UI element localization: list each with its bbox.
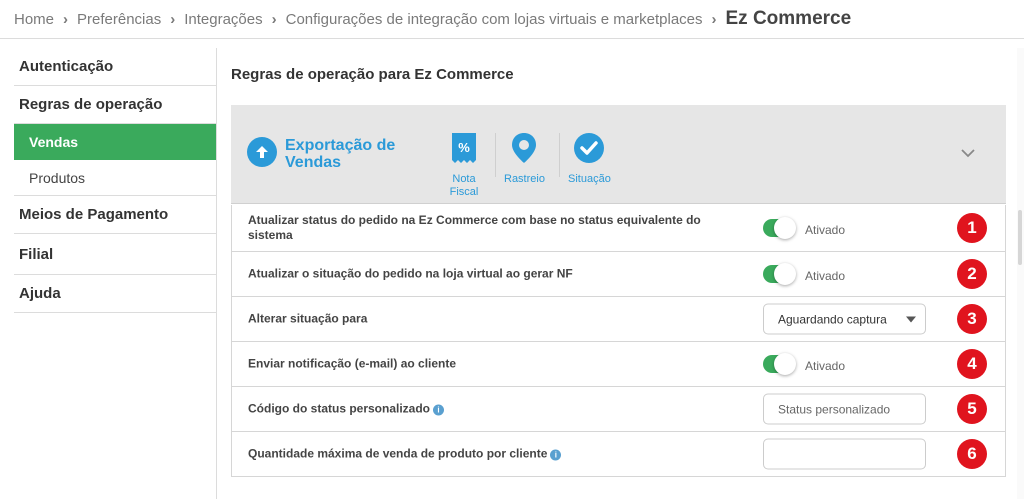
tab-nota-fiscal[interactable]: % Nota Fiscal	[444, 133, 484, 199]
scrollbar-thumb[interactable]	[1018, 210, 1022, 265]
tab-divider	[495, 133, 496, 177]
breadcrumb-preferencias[interactable]: Preferências	[77, 11, 161, 28]
info-icon[interactable]: i	[433, 404, 445, 416]
section-title: Exportação de Vendas	[285, 137, 396, 171]
map-pin-icon	[512, 133, 537, 168]
chevron-right-icon: ›	[170, 10, 176, 28]
breadcrumb-configuracoes[interactable]: Configurações de integração com lojas vi…	[286, 11, 703, 28]
sidebar: Autenticação Regras de operação Vendas P…	[14, 48, 216, 313]
sidebar-item-regras-de-operacao[interactable]: Regras de operação	[14, 86, 216, 124]
toggle-status-text: Ativado	[805, 269, 846, 283]
breadcrumb: Home › Preferências › Integrações › Conf…	[0, 0, 1024, 39]
max-quantity-input[interactable]	[763, 438, 926, 470]
setting-label: Enviar notificação (e-mail) ao cliente	[248, 356, 457, 371]
sidebar-item-produtos[interactable]: Produtos	[14, 160, 216, 196]
breadcrumb-home[interactable]: Home	[14, 11, 54, 28]
tab-divider	[559, 133, 560, 177]
settings-row: Quantidade máxima de venda de produto po…	[231, 432, 1006, 477]
chevron-down-icon[interactable]	[960, 145, 976, 161]
setting-label: Atualizar status do pedido na Ez Commerc…	[248, 213, 701, 242]
number-badge: 5	[957, 394, 987, 424]
setting-label-container: Quantidade máxima de venda de produto po…	[248, 447, 718, 462]
chevron-right-icon: ›	[271, 10, 277, 28]
info-icon[interactable]: i	[550, 449, 562, 461]
setting-label-container: Código do status personalizado i	[248, 402, 718, 417]
settings-row: Atualizar o situação do pedido na loja v…	[231, 252, 1006, 297]
custom-status-input[interactable]	[763, 393, 926, 425]
page-title: Regras de operação para Ez Commerce	[231, 66, 514, 83]
svg-text:%: %	[458, 140, 470, 155]
setting-label: Código do status personalizado	[248, 401, 431, 416]
check-circle-icon	[574, 133, 605, 168]
breadcrumb-current: Ez Commerce	[725, 8, 852, 29]
chevron-right-icon: ›	[63, 10, 69, 28]
number-badge: 1	[957, 213, 987, 243]
nf-toggle[interactable]	[763, 263, 796, 285]
settings-row: Enviar notificação (e-mail) ao cliente A…	[231, 342, 1006, 387]
select-value: Aguardando captura	[778, 312, 887, 326]
setting-label: Alterar situação para	[248, 311, 368, 326]
setting-label: Quantidade máxima de venda de produto po…	[248, 446, 548, 461]
sidebar-divider	[216, 48, 217, 499]
situacao-select[interactable]: Aguardando captura	[763, 303, 926, 335]
sidebar-item-autenticacao[interactable]: Autenticação	[14, 48, 216, 86]
number-badge: 6	[957, 439, 987, 469]
scrollbar-track[interactable]	[1017, 48, 1024, 499]
settings-list: Atualizar status do pedido na Ez Commerc…	[231, 205, 1006, 477]
sidebar-item-ajuda[interactable]: Ajuda	[14, 275, 216, 313]
breadcrumb-integracoes[interactable]: Integrações	[184, 11, 262, 28]
settings-row: Atualizar status do pedido na Ez Commerc…	[231, 205, 1006, 252]
settings-row: Alterar situação para Aguardando captura…	[231, 297, 1006, 342]
sidebar-item-vendas[interactable]: Vendas	[14, 124, 216, 160]
caret-down-icon	[906, 316, 916, 323]
toggle-control: Ativado	[763, 217, 846, 239]
tab-rastreio[interactable]: Rastreio	[504, 133, 545, 186]
toggle-status-text: Ativado	[805, 359, 846, 373]
toggle-control: Ativado	[763, 353, 846, 375]
chevron-right-icon: ›	[711, 10, 717, 28]
number-badge: 2	[957, 259, 987, 289]
toggle-control: Ativado	[763, 263, 846, 285]
sidebar-item-meios-de-pagamento[interactable]: Meios de Pagamento	[14, 196, 216, 234]
tab-label-situacao: Situação	[568, 173, 611, 185]
settings-row: Código do status personalizadoi 5	[231, 387, 1006, 432]
number-badge: 3	[957, 304, 987, 334]
toggle-status-text: Ativado	[805, 223, 846, 237]
setting-label: Atualizar o situação do pedido na loja v…	[248, 266, 573, 281]
number-badge: 4	[957, 349, 987, 379]
section-header: Exportação de Vendas % Nota Fiscal Rastr…	[231, 105, 1006, 204]
tab-situacao[interactable]: Situação	[568, 133, 611, 186]
arrow-up-circle-icon	[247, 137, 277, 167]
tab-label-nota-fiscal: Nota Fiscal	[449, 173, 479, 198]
receipt-percent-icon: %	[451, 133, 477, 168]
notification-toggle[interactable]	[763, 353, 796, 375]
sidebar-item-filial[interactable]: Filial	[14, 234, 216, 275]
status-toggle[interactable]	[763, 217, 796, 239]
tab-label-rastreio: Rastreio	[504, 173, 545, 185]
